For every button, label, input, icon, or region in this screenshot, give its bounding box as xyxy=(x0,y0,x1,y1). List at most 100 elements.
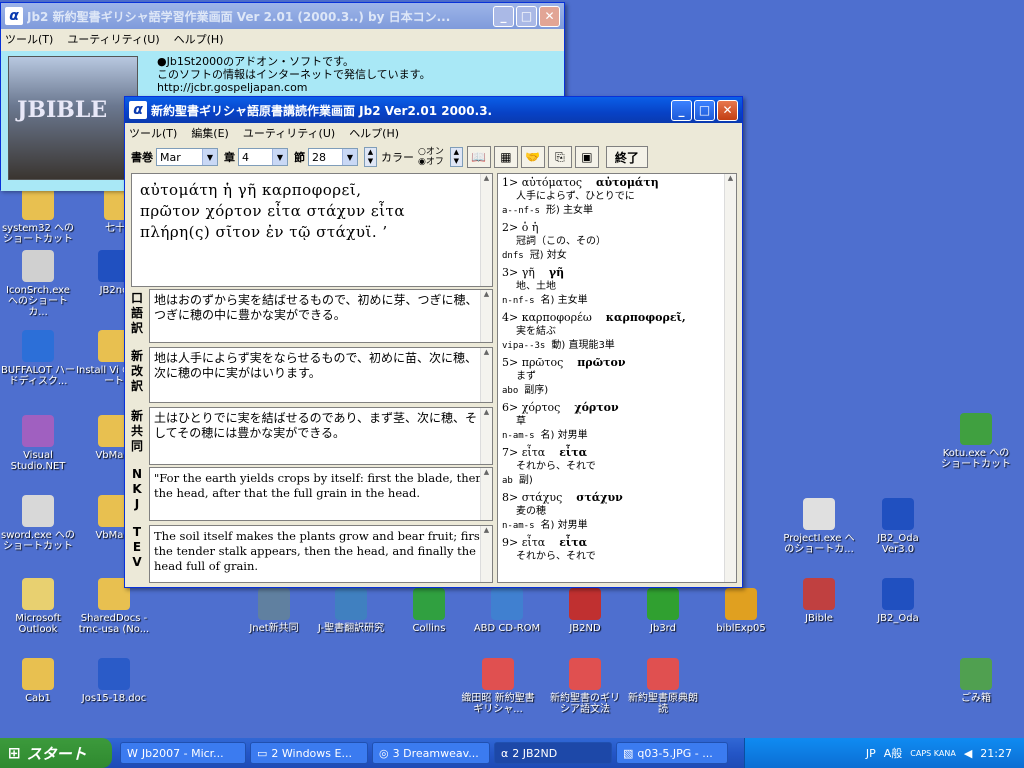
lexicon-pane[interactable]: 1> αὐτόματος αὐτομάτη 人手によらず、ひとりでに a--nf-s 形… xyxy=(497,173,737,583)
minimize-icon[interactable]: _ xyxy=(493,5,514,27)
desktop-icon-jb2nd[interactable]: JB2ND xyxy=(547,588,623,634)
main-window-titlebar[interactable]: α 新約聖書ギリシャ語原書講読作業画面 Jb2 Ver2.01 2000.3. … xyxy=(125,97,742,123)
desktop-icon-jbible[interactable]: JBible xyxy=(781,578,857,624)
scrollbar[interactable]: ▲ xyxy=(480,468,492,520)
menu-utility[interactable]: ユーティリティ(U) xyxy=(243,125,335,141)
scrollbar[interactable]: ▲ xyxy=(480,174,492,286)
taskbar-item-dreamweaver[interactable]: ◎ 3 Dreamweav... xyxy=(372,742,490,764)
main-window-title: 新約聖書ギリシャ語原書講読作業画面 Jb2 Ver2.01 2000.3. xyxy=(151,103,493,118)
back-window-titlebar[interactable]: α Jb2 新約聖書ギリシャ語学習作業画面 Ver 2.01 (2000.3..… xyxy=(1,3,564,29)
desktop-icon-greek-reading[interactable]: 新約聖書原典朗読 xyxy=(625,658,701,715)
taskbar-item-image[interactable]: ▧ q03-5.JPG - ... xyxy=(616,742,728,764)
desktop-icon-jb3rd[interactable]: Jb3rd xyxy=(625,588,701,634)
close-icon[interactable]: ✕ xyxy=(717,99,738,121)
desktop-icon-sword[interactable]: sword.exe へのショートカット xyxy=(0,495,76,552)
desktop-icon-jb2-oda-v3[interactable]: JB2_Oda Ver3.0 xyxy=(860,498,936,555)
chapter-select[interactable]: 4 ▼ xyxy=(238,148,288,166)
translation-pane-shinkaiyaku[interactable]: 地は人手によらず実をならせるもので、初めに苗、次に穂、次に穂の中に実がはいります… xyxy=(149,347,493,403)
list-item[interactable]: 5> πρῶτος πρῶτον まず abo 副序) xyxy=(502,356,732,399)
book-icon[interactable]: 📖 xyxy=(466,146,491,168)
volume-icon[interactable]: ◀ xyxy=(964,747,972,760)
verse-spinner[interactable]: ▲ ▼ xyxy=(364,147,377,167)
scrollbar[interactable]: ▲ xyxy=(724,174,736,582)
color-radio-group[interactable]: ○オン ◉オフ xyxy=(418,147,444,167)
list-item[interactable]: 7> εἶτα εἶτα それから、それで ab 副) xyxy=(502,446,732,489)
desktop-icon-iconsrch[interactable]: IconSrch.exe へのショートカ... xyxy=(0,250,76,318)
outlook-icon xyxy=(22,578,54,610)
ime-indicator[interactable]: JP xyxy=(866,747,876,760)
menu-tools[interactable]: ツール(T) xyxy=(5,31,53,47)
desktop-icon-oda-greek[interactable]: 織田昭 新約聖書ギリシャ... xyxy=(460,658,536,715)
folder-icon: ▭ xyxy=(257,746,268,760)
close-icon[interactable]: ✕ xyxy=(539,5,560,27)
list-item[interactable]: 2> ὁ ἡ 冠詞（この、その） dnfs 冠) 対女 xyxy=(502,221,732,264)
handshake-icon[interactable]: 🤝 xyxy=(520,146,545,168)
minimize-icon[interactable]: _ xyxy=(671,99,692,121)
desktop-icon-system32[interactable]: system32 へのショートカット xyxy=(0,188,76,245)
exit-button[interactable]: 終了 xyxy=(605,146,648,168)
navigation-toolbar: 書巻 Mar ▼ 章 4 ▼ 節 28 ▼ ▲ ▼ カラー ○オン ◉オフ ▲ ▼ 📖 ▦ … xyxy=(125,144,742,170)
menu-tools[interactable]: ツール(T) xyxy=(129,125,177,141)
translation-pane-kogoyaku[interactable]: 地はおのずから実を結ばせるもので、初めに芽、つぎに穂、つぎに穂の中に豊かな実がで… xyxy=(149,289,493,343)
alpha-omega-icon xyxy=(647,658,679,690)
addon-info-text: ●Jb1St2000のアドオン・ソフトです。 このソフトの情報はインターネットで… xyxy=(157,55,431,94)
book-select[interactable]: Mar ▼ xyxy=(156,148,218,166)
scrollbar[interactable]: ▲ xyxy=(480,526,492,582)
building-icon[interactable]: ▣ xyxy=(574,146,599,168)
cd-icon xyxy=(960,413,992,445)
clock[interactable]: 21:27 xyxy=(980,747,1012,760)
desktop-icon-recycle-bin[interactable]: ごみ箱 xyxy=(938,658,1014,704)
translation-pane-tev[interactable]: The soil itself makes the plants grow an… xyxy=(149,525,493,583)
greek-text-pane[interactable]: αὐτομάτη ἡ γῆ καρποφορεῖ, πρῶτον χόρτον … xyxy=(131,173,493,287)
translation-pane-shinkyodo[interactable]: 土はひとりでに実を結ばせるのであり、まず茎、次に穂、そしてその穂には豊かな実がで… xyxy=(149,407,493,465)
greek-verse-text: αὐτομάτη ἡ γῆ καρποφορεῖ, πρῶτον χόρτον … xyxy=(140,181,405,241)
list-item[interactable]: 9> εἶτα εἶτα それから、それで xyxy=(502,536,732,563)
menu-edit[interactable]: 編集(E) xyxy=(191,125,229,141)
desktop-icon-greek-grammar[interactable]: 新約聖書のギリシア語文法 xyxy=(547,658,623,715)
scrollbar[interactable]: ▲ xyxy=(480,408,492,464)
translation-pane-nkj[interactable]: "For the earth yields crops by itself: f… xyxy=(149,467,493,521)
menu-help[interactable]: ヘルプ(H) xyxy=(174,31,224,47)
website-link[interactable]: http://jcbr.gospeljapan.com xyxy=(157,81,431,94)
word-spinner[interactable]: ▲ ▼ xyxy=(449,147,463,167)
table-icon[interactable]: ▦ xyxy=(493,146,518,168)
desktop-icon-buffalo[interactable]: BUFFALOT ハードディスク... xyxy=(0,330,76,387)
desktop-icon-projecti[interactable]: ProjectI.exe へのショートカ... xyxy=(781,498,857,555)
word-document-icon xyxy=(98,658,130,690)
copy-icon[interactable]: ⎘ xyxy=(547,146,572,168)
desktop-icon-outlook[interactable]: Microsoft Outlook xyxy=(0,578,76,635)
list-item[interactable]: 4> καρποφορέω καρποφορεῖ, 実を結ぶ vipa--3s 動) 直… xyxy=(502,311,732,354)
desktop-icon-kotu[interactable]: Kotu.exe へのショートカット xyxy=(938,413,1014,470)
desktop: system32 へのショートカット 七十人 IconSrch.exe へのショ… xyxy=(0,0,1024,738)
maximize-icon[interactable]: □ xyxy=(694,99,715,121)
alpha-omega-icon xyxy=(482,658,514,690)
verse-select[interactable]: 28 ▼ xyxy=(308,148,358,166)
desktop-icon-cab1[interactable]: Cab1 xyxy=(0,658,76,704)
list-item[interactable]: 6> χόρτος χόρτον 草 n-am-s 名) 対男単 xyxy=(502,401,732,444)
list-item[interactable]: 1> αὐτόματος αὐτομάτη 人手によらず、ひとりでに a--nf-s 形… xyxy=(502,176,732,219)
taskbar-item-explorer[interactable]: ▭ 2 Windows E... xyxy=(250,742,368,764)
scrollbar[interactable]: ▲ xyxy=(480,290,492,342)
desktop-icon-jb2-oda[interactable]: JB2_Oda xyxy=(860,578,936,624)
taskbar-item-jb2nd[interactable]: α2 JB2ND xyxy=(494,742,612,764)
main-window[interactable]: α 新約聖書ギリシャ語原書講読作業画面 Jb2 Ver2.01 2000.3. … xyxy=(124,96,743,588)
menu-utility[interactable]: ユーティリティ(U) xyxy=(67,31,159,47)
desktop-icon-abd[interactable]: ABD CD-ROM xyxy=(469,588,545,634)
desktop-icon-visual-studio[interactable]: Visual Studio.NET xyxy=(0,415,76,472)
desktop-icon-jnet[interactable]: Jnet新共同 xyxy=(236,588,312,634)
caps-kana-indicator: CAPS KANA xyxy=(910,748,956,758)
list-item[interactable]: 3> γῆ γῆ 地、土地 n-nf-s 名) 主女単 xyxy=(502,266,732,309)
scrollbar[interactable]: ▲ xyxy=(480,348,492,402)
ime-mode[interactable]: A般 xyxy=(884,745,903,761)
taskbar-item-word[interactable]: W Jb2007 - Micr... xyxy=(120,742,246,764)
biblexp-icon xyxy=(725,588,757,620)
desktop-icon-biblexp[interactable]: biblExp05 xyxy=(703,588,779,634)
maximize-icon[interactable]: □ xyxy=(516,5,537,27)
desktop-icon-collins[interactable]: Collins xyxy=(391,588,467,634)
menu-help[interactable]: ヘルプ(H) xyxy=(349,125,399,141)
desktop-icon-jbs[interactable]: J-聖書翻訳研究 xyxy=(313,588,389,634)
desktop-icon-jos-doc[interactable]: Jos15-18.doc xyxy=(76,658,152,704)
start-button[interactable]: ⊞ スタート xyxy=(0,738,112,768)
list-item[interactable]: 8> στάχυς στάχυν 麦の穂 n-am-s 名) 対男単 xyxy=(502,491,732,534)
recycle-bin-icon xyxy=(960,658,992,690)
